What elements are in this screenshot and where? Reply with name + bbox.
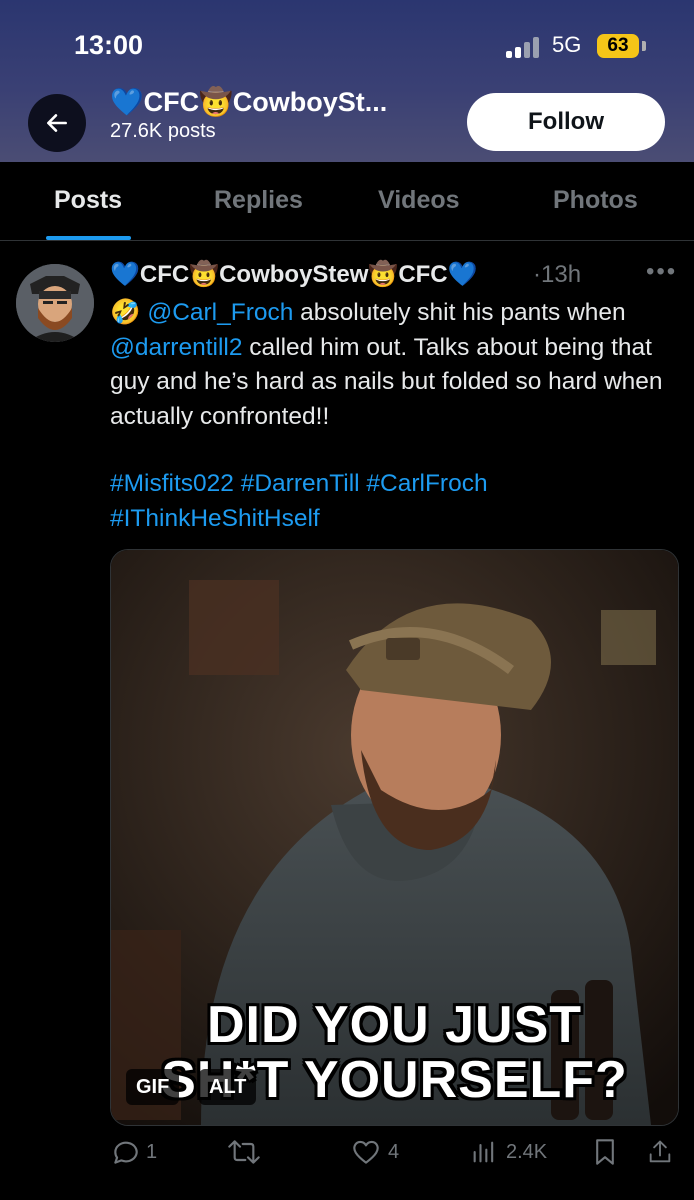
arrow-left-icon <box>47 114 67 132</box>
heart-icon <box>353 1140 379 1164</box>
profile-name: 💙CFC🤠CowboySt... <box>110 87 388 117</box>
mention-carl-froch[interactable]: @Carl_Froch <box>147 299 293 326</box>
gif-caption-line-2: SH*T YOURSELF? <box>161 1051 628 1109</box>
post-timestamp[interactable]: ·13h <box>533 261 581 289</box>
gif-caption-line-1: DID YOU JUST <box>206 996 583 1054</box>
back-button[interactable] <box>28 94 86 152</box>
tab-photos[interactable]: Photos <box>553 186 638 215</box>
reply-button[interactable]: 1 <box>110 1136 157 1168</box>
profile-header: 13:00 5G 63 💙CFC🤠CowboySt... 27.6K posts… <box>0 0 694 162</box>
post-text: 🤣 @Carl_Froch absolutely shit his pants … <box>110 296 680 434</box>
more-options-icon[interactable]: ••• <box>646 258 677 286</box>
tab-videos[interactable]: Videos <box>378 186 460 215</box>
avatar[interactable] <box>16 264 94 342</box>
tab-posts[interactable]: Posts <box>54 186 122 215</box>
like-button[interactable]: 4 <box>350 1136 399 1168</box>
share-button[interactable] <box>646 1136 674 1168</box>
view-count: 2.4K <box>506 1140 548 1163</box>
network-type: 5G <box>552 32 582 57</box>
views-button[interactable]: 2.4K <box>470 1136 547 1168</box>
bookmark-icon <box>596 1139 614 1165</box>
gif-badge: GIF <box>126 1069 180 1105</box>
like-count: 4 <box>388 1140 400 1163</box>
profile-tabs: Posts Replies Videos Photos <box>0 162 694 241</box>
battery-tip <box>642 41 646 51</box>
alt-badge[interactable]: ALT <box>199 1069 257 1105</box>
posts-count: 27.6K posts <box>110 120 216 142</box>
reply-icon <box>114 1141 138 1164</box>
repost-button[interactable] <box>226 1136 262 1168</box>
bookmark-button[interactable] <box>592 1136 618 1168</box>
active-tab-indicator <box>46 236 131 240</box>
laughing-emoji: 🤣 <box>110 299 141 326</box>
post-text-part1: absolutely shit his pants when <box>293 299 626 326</box>
share-icon <box>649 1140 671 1163</box>
post-author-name[interactable]: 💙CFC🤠CowboyStew🤠CFC💙 <box>110 260 478 289</box>
post-actions: 1 4 2.4K <box>0 1136 694 1176</box>
mention-darrentill2[interactable]: @darrentill2 <box>110 334 242 361</box>
post-hashtags: #Misfits022 #DarrenTill #CarlFroch #IThi… <box>110 467 680 536</box>
hashtags-line-1[interactable]: #Misfits022 #DarrenTill #CarlFroch <box>110 467 680 502</box>
status-time: 13:00 <box>74 30 144 60</box>
reply-count: 1 <box>146 1140 158 1163</box>
follow-button[interactable]: Follow <box>467 93 665 151</box>
post-media-gif[interactable]: DID YOU JUST SH*T YOURSELF? <box>110 549 679 1126</box>
tab-replies[interactable]: Replies <box>214 186 303 215</box>
views-chart-icon <box>473 1141 494 1163</box>
cellular-signal-icon <box>506 36 542 58</box>
hashtags-line-2[interactable]: #IThinkHeShitHself <box>110 502 680 537</box>
avatar-image <box>16 264 94 342</box>
repost-icon <box>228 1140 260 1164</box>
battery-icon: 63 <box>597 34 639 58</box>
